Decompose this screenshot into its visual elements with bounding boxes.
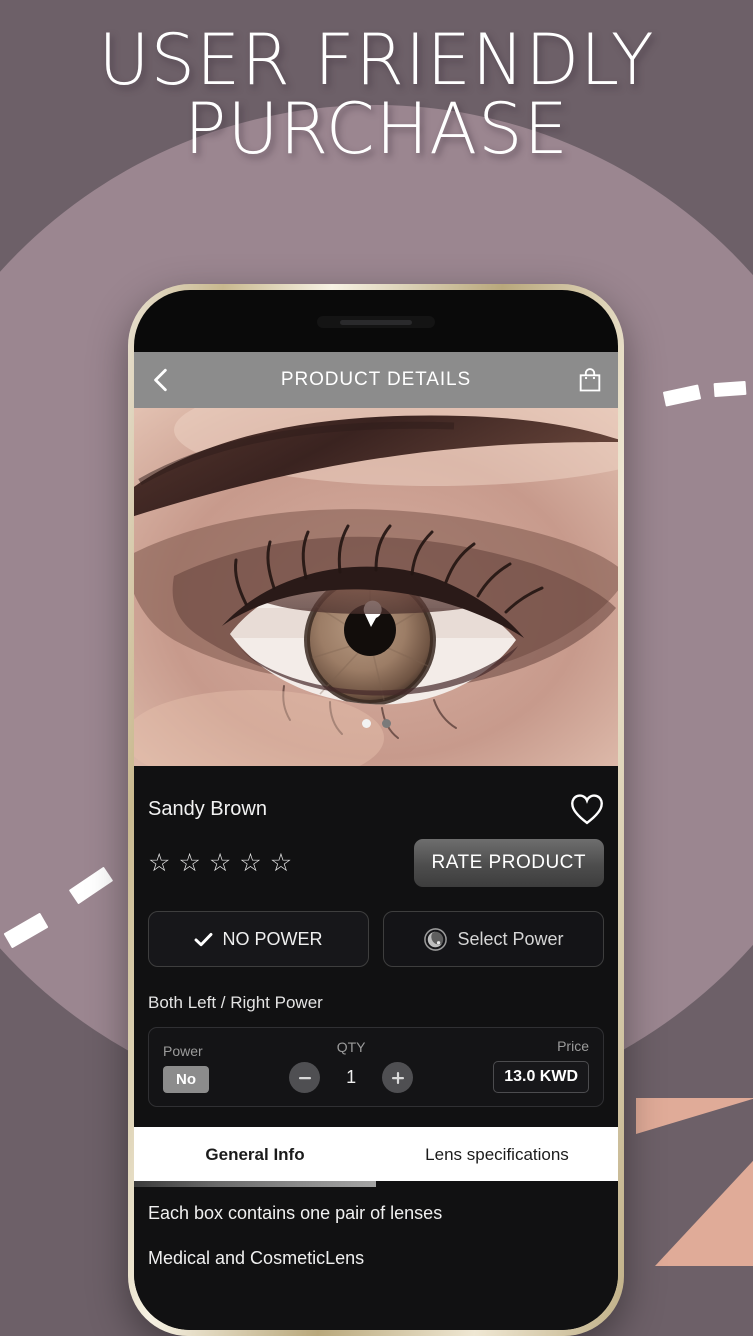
app-screen: PRODUCT DETAILS Sandy Brown ☆ ☆ ☆ ☆ ☆ RA… [134, 352, 618, 1330]
star-icon[interactable]: ☆ [178, 850, 200, 876]
star-icon[interactable]: ☆ [270, 850, 292, 876]
product-name: Sandy Brown [148, 798, 267, 820]
carousel-dot[interactable] [381, 718, 391, 728]
phone-bezel: PRODUCT DETAILS Sandy Brown ☆ ☆ ☆ ☆ ☆ RA… [134, 290, 618, 1330]
decor-triangle [636, 1098, 753, 1134]
qty-value: 1 [346, 1067, 357, 1087]
star-icon[interactable]: ☆ [209, 850, 231, 876]
rate-product-button[interactable]: RATE PRODUCT [413, 839, 604, 887]
quantity-column: QTY 1 [209, 1039, 493, 1093]
both-power-label: Both Left / Right Power [148, 993, 323, 1012]
select-power-button[interactable]: Select Power [383, 911, 604, 967]
check-icon [195, 932, 213, 946]
phone-mockup: PRODUCT DETAILS Sandy Brown ☆ ☆ ☆ ☆ ☆ RA… [128, 284, 624, 1336]
purchase-row: Power No QTY 1 Price 13.0 KWD [148, 1027, 604, 1107]
headline-line-2: PURCHASE [184, 87, 569, 170]
price-value: 13.0 KWD [493, 1061, 589, 1093]
star-icon[interactable]: ☆ [148, 850, 170, 876]
product-image [134, 408, 618, 766]
power-header: Power [163, 1043, 203, 1059]
detail-tabs: General Info Lens specifications [134, 1127, 618, 1187]
product-info: Sandy Brown ☆ ☆ ☆ ☆ ☆ RATE PRODUCT NO PO… [134, 794, 618, 1107]
shopping-bag-icon[interactable] [576, 366, 604, 394]
power-options: NO POWER Select Power [148, 911, 604, 967]
dash-segment [713, 380, 747, 398]
minus-circle-icon[interactable] [289, 1062, 321, 1093]
price-header: Price [557, 1038, 589, 1054]
lens-icon [424, 927, 448, 951]
star-rating[interactable]: ☆ ☆ ☆ ☆ ☆ [148, 850, 292, 876]
no-power-button[interactable]: NO POWER [148, 911, 369, 967]
tab-lens-specifications[interactable]: Lens specifications [376, 1127, 618, 1181]
phone-earpiece [340, 320, 412, 325]
rating-row: ☆ ☆ ☆ ☆ ☆ RATE PRODUCT [148, 839, 604, 887]
page-title: USER FRIENDLY PURCHASE [0, 25, 753, 170]
app-header-title: PRODUCT DETAILS [280, 369, 472, 390]
price-column: Price 13.0 KWD [493, 1038, 589, 1093]
power-column: Power No [163, 1043, 209, 1093]
decor-triangle [655, 1148, 753, 1266]
product-title-row: Sandy Brown [148, 794, 604, 825]
select-power-label: Select Power [457, 928, 564, 949]
description-line-2: Medical and CosmeticLens [148, 1248, 365, 1268]
quantity-stepper[interactable]: 1 [289, 1062, 414, 1093]
product-image-carousel[interactable] [134, 408, 618, 766]
qty-header: QTY [336, 1039, 366, 1055]
chevron-left-icon[interactable] [148, 367, 174, 393]
heart-outline-icon[interactable] [570, 794, 604, 825]
star-icon[interactable]: ☆ [239, 850, 261, 876]
power-value-badge[interactable]: No [163, 1066, 209, 1093]
plus-circle-icon[interactable] [382, 1062, 414, 1093]
carousel-dot-active[interactable] [361, 718, 371, 728]
tab-content: Each box contains one pair of lenses Med… [134, 1181, 618, 1269]
description-line-1: Each box contains one pair of lenses [148, 1203, 443, 1223]
tab-general-info[interactable]: General Info [134, 1127, 376, 1187]
no-power-label: NO POWER [222, 928, 323, 949]
carousel-dots[interactable] [134, 714, 618, 732]
app-header: PRODUCT DETAILS [134, 352, 618, 408]
